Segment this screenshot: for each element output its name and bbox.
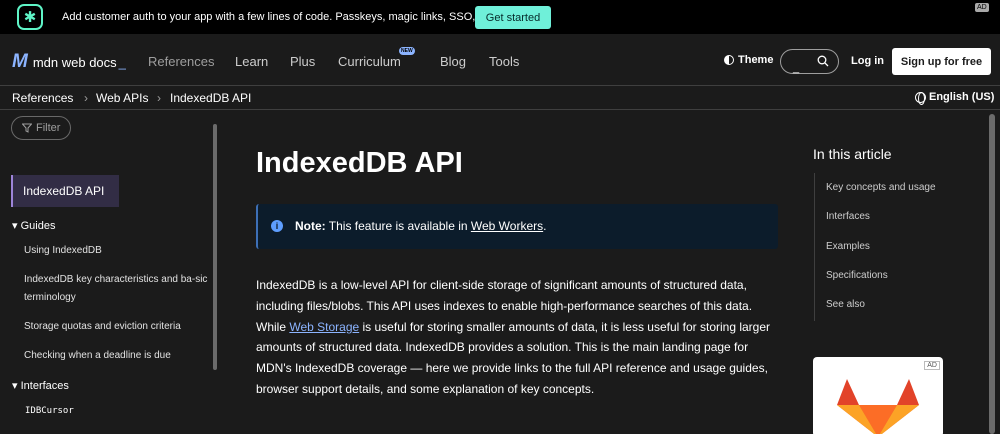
sidebar-item-key-characteristics[interactable]: IndexedDB key characteristics and ba-sic…: [24, 271, 210, 307]
toc-divider: [814, 173, 815, 321]
side-ad[interactable]: AD: [813, 357, 943, 434]
search-icon: [817, 55, 829, 67]
main-scrollbar[interactable]: [989, 114, 995, 434]
note-callout: i Note: This feature is available in Web…: [256, 204, 778, 249]
sidebar-section-label: Interfaces: [20, 380, 69, 392]
promo-text: Add customer auth to your app with a few…: [62, 11, 528, 23]
nav-blog[interactable]: Blog: [440, 54, 466, 69]
mdn-logo[interactable]: M mdn web docs _: [12, 51, 126, 73]
nav-plus[interactable]: Plus: [290, 54, 315, 69]
sidebar-section-guides[interactable]: ▾ Guides: [12, 219, 55, 232]
intro-paragraph: IndexedDB is a low-level API for client-…: [256, 275, 782, 400]
theme-switcher[interactable]: Theme: [724, 54, 773, 66]
sidebar-item-indexeddb-api[interactable]: IndexedDB API: [11, 175, 119, 207]
toc-item-specifications[interactable]: Specifications: [826, 270, 888, 281]
note-label: Note:: [295, 219, 326, 233]
nav-learn[interactable]: Learn: [235, 54, 268, 69]
toc-item-see-also[interactable]: See also: [826, 299, 865, 310]
sidebar-scrollbar[interactable]: [213, 124, 217, 370]
toc-title: In this article: [813, 146, 892, 162]
breadcrumb-references[interactable]: References: [12, 91, 73, 105]
search-cursor: _: [793, 62, 800, 74]
sidebar-item-idbcursor[interactable]: IDBCursor: [25, 406, 74, 416]
filter-icon: [22, 123, 32, 133]
theme-label: Theme: [738, 54, 774, 66]
main-nav: M mdn web docs _ References Learn Plus C…: [0, 34, 1000, 86]
promo-logo-icon: ✱: [17, 4, 43, 30]
get-started-button[interactable]: Get started: [475, 6, 551, 29]
toc-item-examples[interactable]: Examples: [826, 241, 870, 252]
new-badge: NEW: [399, 47, 415, 55]
toc-item-interfaces[interactable]: Interfaces: [826, 211, 870, 222]
note-body: This feature is available in: [328, 219, 468, 233]
chevron-right-icon: ›: [157, 91, 161, 105]
ad-badge: AD: [924, 361, 940, 370]
login-link[interactable]: Log in: [851, 55, 884, 67]
sidebar-filter-input[interactable]: Filter: [11, 116, 71, 140]
sidebar-item-storage-quotas[interactable]: Storage quotas and eviction criteria: [24, 318, 204, 336]
search-input[interactable]: _: [780, 49, 839, 74]
caret-down-icon: ▾: [12, 220, 18, 232]
toc-item-key-concepts[interactable]: Key concepts and usage: [826, 182, 936, 193]
breadcrumb: References › Web APIs › IndexedDB API En…: [0, 86, 1000, 110]
nav-curriculum[interactable]: Curriculum: [338, 54, 401, 69]
filter-placeholder: Filter: [36, 122, 61, 134]
sidebar-section-interfaces[interactable]: ▾ Interfaces: [12, 379, 69, 392]
caret-down-icon: ▾: [12, 380, 18, 392]
web-storage-link[interactable]: Web Storage: [289, 320, 359, 334]
promo-banner: ✱ Add customer auth to your app with a f…: [0, 0, 1000, 34]
nav-references[interactable]: References: [148, 54, 214, 69]
breadcrumb-web-apis[interactable]: Web APIs: [96, 91, 148, 105]
page-title: IndexedDB API: [256, 147, 463, 179]
signup-button[interactable]: Sign up for free: [892, 48, 991, 75]
language-label: English (US): [929, 91, 995, 103]
nav-tools[interactable]: Tools: [489, 54, 519, 69]
web-workers-link[interactable]: Web Workers: [471, 219, 543, 233]
mdn-m-icon: M: [12, 51, 28, 72]
gitlab-logo-icon: [837, 379, 919, 434]
note-end: .: [543, 219, 547, 233]
note-text: Note: This feature is available in Web W…: [295, 219, 546, 233]
chevron-right-icon: ›: [84, 91, 88, 105]
theme-icon: [724, 55, 734, 65]
sidebar-item-checking-deadline[interactable]: Checking when a deadline is due: [24, 347, 204, 365]
logo-cursor: _: [118, 54, 126, 70]
logo-text: mdn web docs: [32, 54, 117, 70]
ad-badge: AD: [975, 3, 989, 12]
sidebar-item-using-indexeddb[interactable]: Using IndexedDB: [24, 242, 204, 260]
sidebar-section-label: Guides: [20, 220, 56, 232]
info-icon: i: [271, 220, 283, 232]
globe-icon: [915, 91, 926, 105]
language-switcher[interactable]: English (US): [915, 91, 995, 105]
breadcrumb-indexeddb[interactable]: IndexedDB API: [170, 91, 251, 105]
